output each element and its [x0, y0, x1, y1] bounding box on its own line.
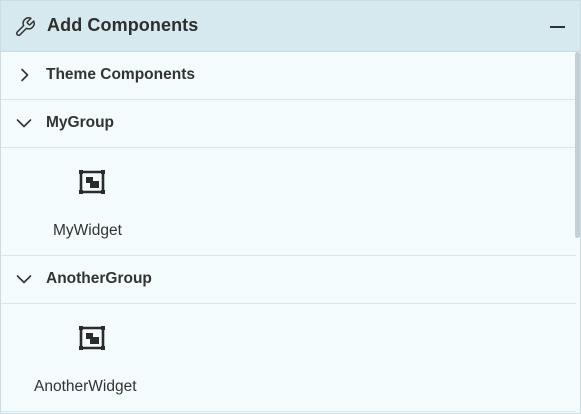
add-components-panel: Add Components Theme Components MyGroup	[0, 0, 581, 414]
panel-title: Add Components	[47, 15, 199, 35]
panel-header: Add Components	[1, 1, 580, 52]
group-header-mygroup[interactable]: MyGroup	[1, 100, 576, 148]
components-list[interactable]: Theme Components MyGroup MyWidget Anothe…	[1, 52, 580, 413]
group-widgets-mygroup: MyWidget	[1, 149, 576, 256]
collapse-panel-button[interactable]	[544, 14, 570, 40]
chevron-down-icon	[16, 275, 32, 284]
group-label: MyGroup	[46, 114, 115, 131]
chevron-down-icon	[16, 119, 32, 128]
widget-mywidget[interactable]: MyWidget	[49, 164, 137, 244]
group-widgets-anothergroup: AnotherWidget	[1, 305, 576, 412]
group-header-anothergroup[interactable]: AnotherGroup	[1, 256, 576, 304]
widget-icon	[79, 326, 105, 350]
group-label: Theme Components	[46, 66, 195, 83]
scrollbar-thumb[interactable]	[575, 52, 580, 238]
widget-anotherwidget[interactable]: AnotherWidget	[31, 320, 155, 400]
wrench-icon	[16, 17, 35, 36]
group-label: AnotherGroup	[46, 270, 152, 287]
minus-icon	[549, 26, 565, 28]
widget-label: MyWidget	[53, 222, 122, 239]
widget-icon	[79, 170, 105, 194]
group-header-theme-components[interactable]: Theme Components	[1, 52, 576, 100]
chevron-right-icon	[21, 68, 29, 82]
widget-label: AnotherWidget	[34, 378, 137, 395]
